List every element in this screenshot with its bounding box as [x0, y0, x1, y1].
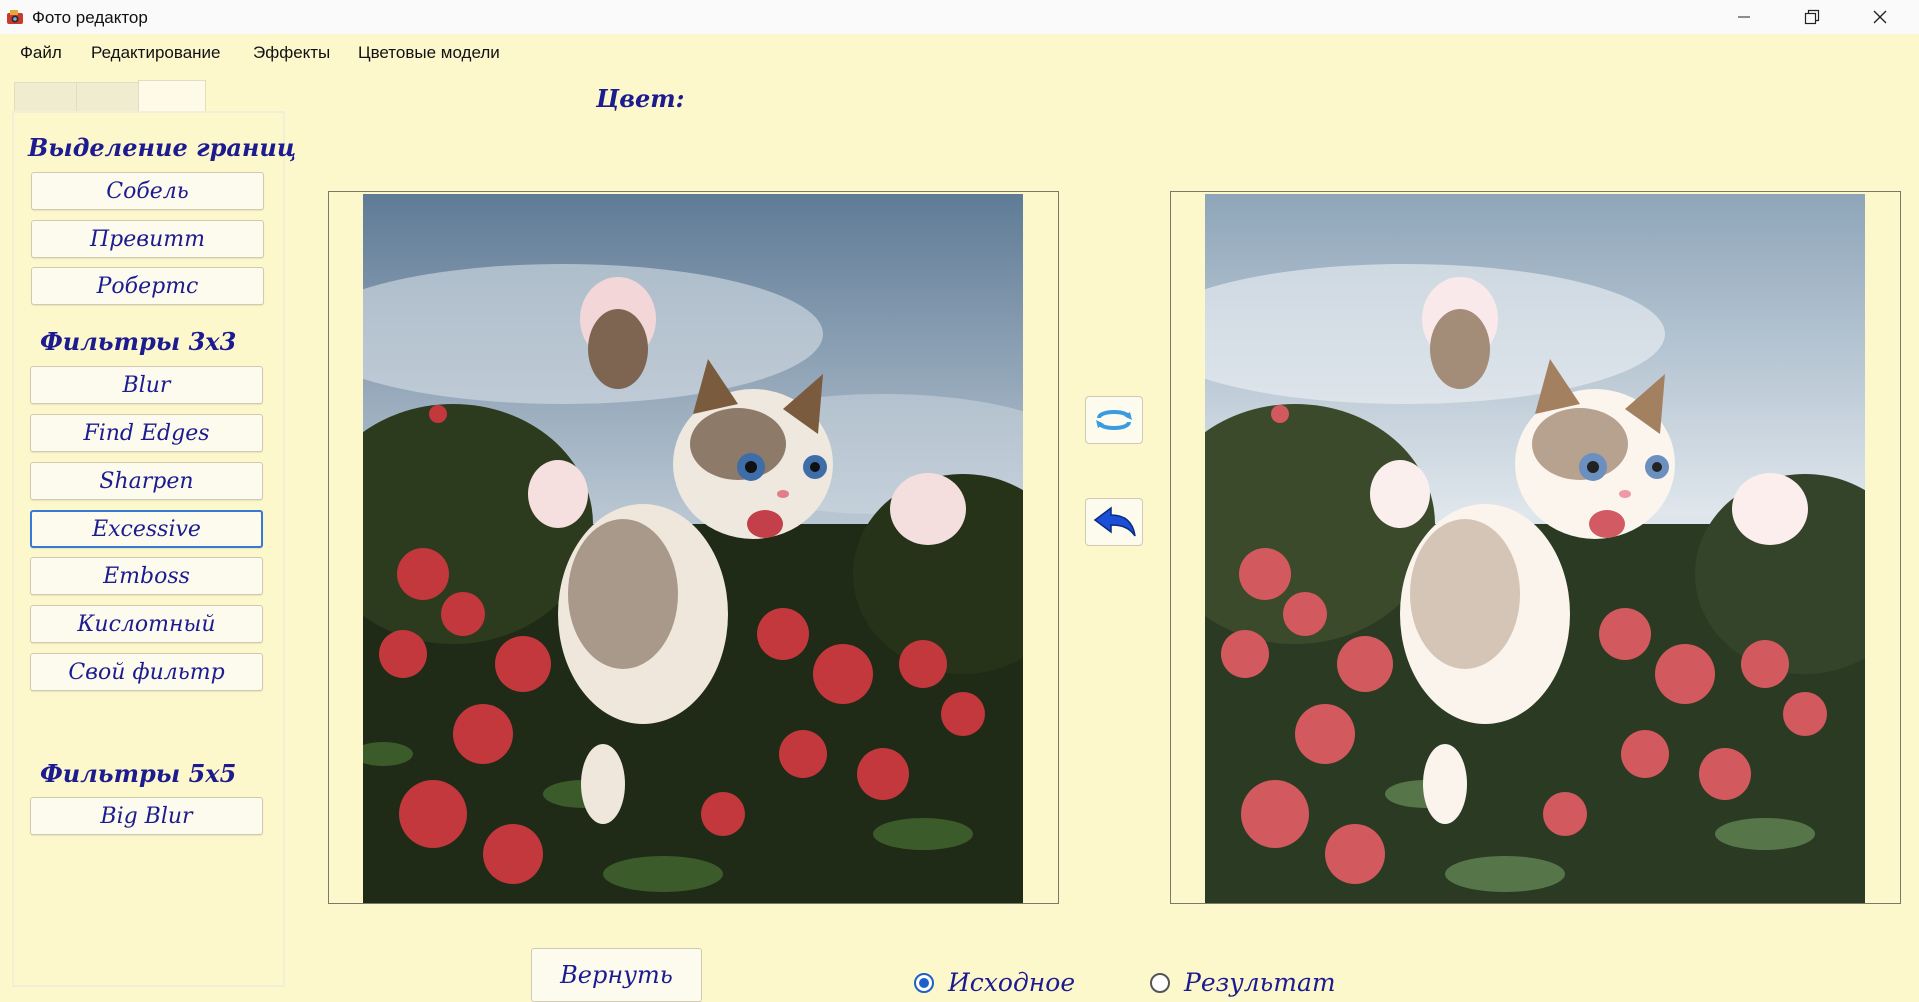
- swap-arrows-icon: [1096, 410, 1132, 430]
- emboss-button[interactable]: Emboss: [30, 557, 263, 595]
- minimize-icon: [1738, 16, 1750, 18]
- roberts-button[interactable]: Робертс: [31, 267, 264, 305]
- return-button[interactable]: Вернуть: [531, 948, 702, 1002]
- radio-original-label: Исходное: [948, 968, 1076, 997]
- prewitt-button[interactable]: Превитт: [31, 220, 264, 258]
- result-image[interactable]: [1205, 194, 1865, 903]
- window-titlebar: Фото редактор: [0, 0, 1919, 34]
- sobel-button[interactable]: Собель: [31, 172, 264, 210]
- big-blur-button[interactable]: Big Blur: [30, 797, 263, 835]
- kitten-result-photo: [1205, 194, 1865, 903]
- window-title: Фото редактор: [32, 8, 148, 27]
- radio-original[interactable]: Исходное: [914, 968, 1075, 997]
- menu-bar: Файл Редактирование Эффекты Цветовые мод…: [0, 34, 1919, 70]
- menu-edit[interactable]: Редактирование: [91, 43, 221, 63]
- app-icon: [7, 10, 23, 24]
- result-image-frame: [1170, 191, 1901, 904]
- color-label: Цвет:: [596, 84, 685, 113]
- menu-color-models[interactable]: Цветовые модели: [358, 43, 500, 63]
- tab-1[interactable]: [14, 82, 77, 112]
- kitten-photo: [363, 194, 1023, 903]
- find-edges-button[interactable]: Find Edges: [30, 414, 263, 452]
- excessive-button[interactable]: Excessive: [30, 510, 263, 548]
- back-arrow-icon: [1093, 506, 1136, 537]
- minimize-button[interactable]: [1710, 0, 1778, 34]
- tab-3[interactable]: [138, 80, 206, 112]
- section-filters5-title: Фильтры 5x5: [40, 759, 237, 788]
- swap-button[interactable]: [1085, 396, 1143, 444]
- radio-original-dot[interactable]: [914, 972, 934, 993]
- restore-button[interactable]: [1778, 0, 1846, 34]
- apply-button[interactable]: [1085, 498, 1143, 546]
- close-button[interactable]: [1846, 0, 1914, 34]
- blur-button[interactable]: Blur: [30, 366, 263, 404]
- section-edges-title: Выделение границ: [28, 133, 297, 162]
- close-icon: [1873, 10, 1887, 24]
- menu-effects[interactable]: Эффекты: [253, 43, 330, 63]
- sharpen-button[interactable]: Sharpen: [30, 462, 263, 500]
- menu-file[interactable]: Файл: [20, 43, 62, 63]
- section-filters3-title: Фильтры 3x3: [40, 327, 237, 356]
- radio-result[interactable]: Результат: [1150, 968, 1336, 997]
- restore-icon: [1804, 9, 1820, 25]
- original-image-frame: [328, 191, 1059, 904]
- acid-button[interactable]: Кислотный: [30, 605, 263, 643]
- custom-filter-button[interactable]: Свой фильтр: [30, 653, 263, 691]
- tab-2[interactable]: [76, 82, 139, 112]
- radio-result-label: Результат: [1184, 968, 1336, 997]
- original-image[interactable]: [363, 194, 1023, 903]
- radio-result-dot[interactable]: [1150, 972, 1170, 993]
